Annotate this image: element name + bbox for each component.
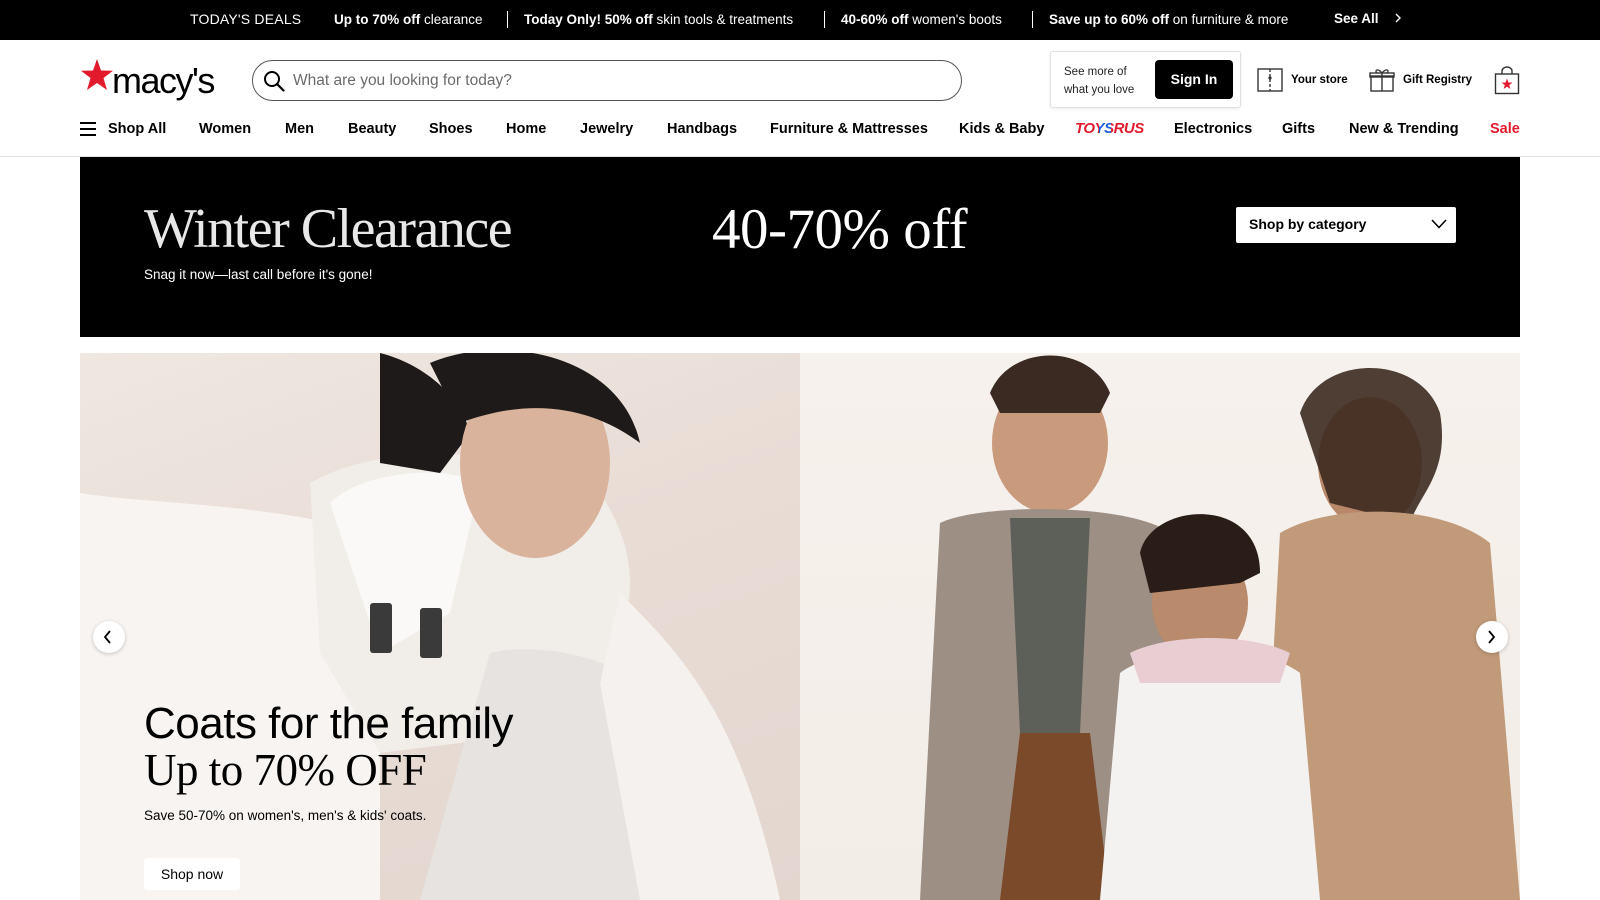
see-all-deals-link[interactable]: See All <box>1334 11 1402 26</box>
deal-rest: on furniture & more <box>1169 12 1289 27</box>
divider <box>507 11 508 28</box>
banner-title: Winter Clearance <box>144 198 513 260</box>
nav-furniture-mattresses[interactable]: Furniture & Mattresses <box>770 121 928 137</box>
hero-subtitle: Save 50-70% on women's, men's & kids' co… <box>144 808 427 823</box>
nav-jewelry[interactable]: Jewelry <box>580 121 633 137</box>
nav-handbags[interactable]: Handbags <box>667 121 737 137</box>
hero-headline: Coats for the family Up to 70% OFF <box>144 699 514 795</box>
deal-bold: Up to 70% off <box>334 12 421 27</box>
search-bar[interactable] <box>252 60 962 101</box>
deal-bold: Today Only! 50% off <box>524 12 653 27</box>
deal-link-furniture[interactable]: Save up to 60% off on furniture & more <box>1049 12 1288 27</box>
shop-now-button[interactable]: Shop now <box>144 858 240 890</box>
nav-home[interactable]: Home <box>506 121 546 137</box>
nav-toysrus-logo[interactable]: TOYSRUS <box>1075 120 1144 137</box>
star-logo-icon <box>81 59 113 90</box>
hero-headline-line2: Up to 70% OFF <box>144 745 427 795</box>
shop-by-category-dropdown[interactable]: Shop by category <box>1236 207 1456 243</box>
deal-link-skin-tools[interactable]: Today Only! 50% off skin tools & treatme… <box>524 12 793 27</box>
deal-link-boots[interactable]: 40-60% off women's boots <box>841 12 1002 27</box>
nav-sale[interactable]: Sale <box>1490 121 1520 137</box>
nav-gifts[interactable]: Gifts <box>1282 121 1315 137</box>
deal-rest: clearance <box>420 12 483 27</box>
your-store-link[interactable]: Your store <box>1257 66 1348 94</box>
sign-in-button[interactable]: Sign In <box>1155 60 1233 99</box>
hero-carousel[interactable]: Coats for the family Up to 70% OFF Save … <box>80 353 1520 900</box>
chevron-left-icon <box>103 630 111 644</box>
gift-registry-link[interactable]: Gift Registry <box>1369 66 1472 94</box>
signin-hint: See more of what you love <box>1064 66 1135 96</box>
deal-rest: skin tools & treatments <box>652 12 794 27</box>
gift-registry-label: Gift Registry <box>1403 74 1473 86</box>
nav-shoes[interactable]: Shoes <box>429 121 473 137</box>
carousel-prev-button[interactable] <box>93 621 125 653</box>
divider <box>1032 11 1033 28</box>
nav-beauty[interactable]: Beauty <box>348 121 396 137</box>
search-icon[interactable] <box>263 70 285 92</box>
chevron-right-icon <box>1395 13 1402 23</box>
deal-bold: 40-60% off <box>841 12 909 27</box>
toysrus-wordmark: TOYSRUS <box>1075 120 1144 137</box>
search-input[interactable] <box>293 65 933 96</box>
store-map-icon <box>1257 68 1283 92</box>
divider <box>824 11 825 28</box>
shopping-bag-icon[interactable] <box>1494 66 1520 95</box>
deal-rest: women's boots <box>908 12 1002 27</box>
chevron-down-icon <box>1431 219 1447 229</box>
nav-new-trending[interactable]: New & Trending <box>1349 121 1459 137</box>
macys-logo[interactable]: macy's <box>80 58 225 102</box>
banner-subtitle: Snag it now—last call before it's gone! <box>144 267 373 282</box>
nav-electronics[interactable]: Electronics <box>1174 121 1252 137</box>
nav-men[interactable]: Men <box>285 121 314 137</box>
gift-icon <box>1369 69 1395 92</box>
todays-deals-bar: TODAY'S DEALS Up to 70% off clearance To… <box>0 0 1600 40</box>
logo-wordmark: macy's <box>112 60 215 101</box>
winter-clearance-banner[interactable]: Winter Clearance Snag it now—last call b… <box>80 157 1520 337</box>
nav-women[interactable]: Women <box>199 121 251 137</box>
hamburger-menu-icon[interactable] <box>80 122 96 136</box>
nav-shop-all[interactable]: Shop All <box>108 121 166 137</box>
main-navigation: Shop All Women Men Beauty Shoes Home Jew… <box>0 112 1600 157</box>
deal-bold: Save up to 60% off <box>1049 12 1170 27</box>
carousel-next-button[interactable] <box>1476 621 1508 653</box>
signin-prompt: See more of what you love Sign In <box>1050 51 1241 108</box>
todays-deals-title: TODAY'S DEALS <box>190 11 302 27</box>
nav-kids-baby[interactable]: Kids & Baby <box>959 121 1044 137</box>
deal-link-clearance[interactable]: Up to 70% off clearance <box>334 12 483 27</box>
hero-headline-line1: Coats for the family <box>144 699 514 748</box>
your-store-label: Your store <box>1291 74 1348 86</box>
shop-by-category-label: Shop by category <box>1249 216 1367 232</box>
chevron-right-icon <box>1488 630 1496 644</box>
see-all-label: See All <box>1334 11 1379 26</box>
banner-discount: 40-70% off <box>712 198 968 261</box>
